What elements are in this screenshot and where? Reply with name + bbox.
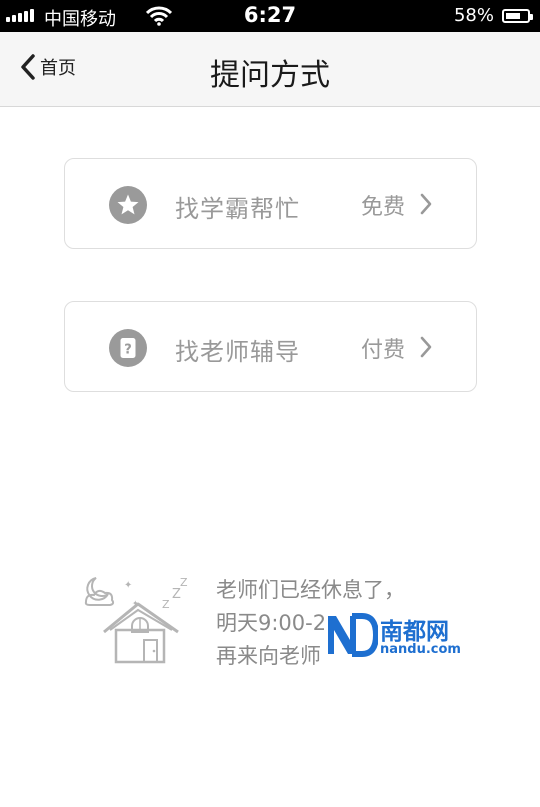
nandu-watermark: 南都网 nandu.com — [322, 604, 472, 664]
option-label: 找老师辅导 — [175, 338, 300, 366]
rest-notice-line: 老师们已经休息了， — [216, 578, 405, 602]
page-title: 提问方式 — [210, 58, 330, 93]
option-price: 付费 — [361, 338, 406, 363]
watermark-name: 南都网 — [380, 619, 449, 645]
sleeping-house-icon: ✦ ✦ Z Z Z — [84, 576, 188, 664]
svg-text:Z: Z — [162, 598, 170, 611]
option-price: 免费 — [361, 195, 406, 220]
svg-text:Z: Z — [172, 587, 181, 602]
battery-percent: 58% — [453, 5, 494, 26]
question-icon: ? — [109, 329, 147, 367]
svg-text:✦: ✦ — [124, 580, 132, 591]
svg-text:Z: Z — [180, 576, 188, 589]
nandu-logo-icon — [324, 612, 378, 658]
chevron-right-icon — [420, 336, 432, 358]
ask-student-option[interactable]: 找学霸帮忙 免费 — [64, 158, 477, 249]
watermark-domain: nandu.com — [380, 642, 461, 657]
battery-icon — [502, 9, 533, 23]
option-label: 找学霸帮忙 — [175, 195, 300, 223]
status-bar: 中国移动 6:27 58% — [0, 0, 540, 32]
star-icon — [109, 186, 147, 224]
chevron-right-icon — [420, 193, 432, 215]
svg-text:?: ? — [124, 343, 132, 358]
nav-bar: 首页 提问方式 — [0, 32, 540, 107]
ask-teacher-option[interactable]: ? 找老师辅导 付费 — [64, 301, 477, 392]
